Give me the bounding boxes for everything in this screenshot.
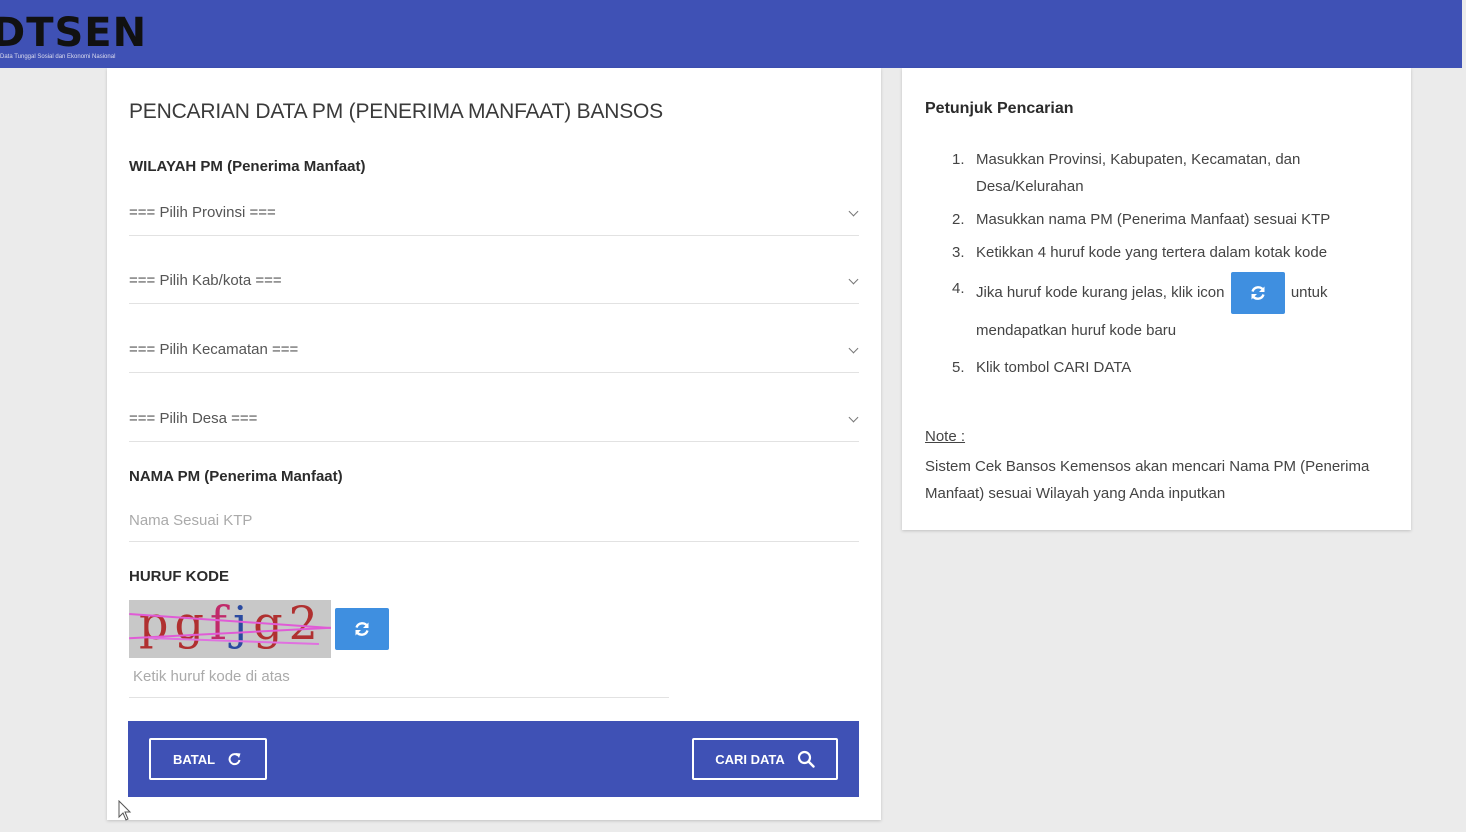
batal-button[interactable]: BATAL [149,738,267,780]
nama-input[interactable]: Nama Sesuai KTP [129,502,859,542]
help-title: Petunjuk Pencarian [925,100,1074,117]
step-text: Klik tombol CARI DATA [976,359,1132,376]
page-title: PENCARIAN DATA PM (PENERIMA MANFAAT) BAN… [129,100,663,123]
step-number: 1. [952,151,965,168]
help-card: Petunjuk Pencarian 1. Masukkan Provinsi,… [902,68,1411,530]
step-number: 4. [952,280,965,297]
note-text: Sistem Cek Bansos Kemensos akan mencari … [925,458,1370,502]
help-step: 3. Ketikkan 4 huruf kode yang tertera da… [952,239,1392,266]
step-number: 5. [952,359,965,376]
help-step: 5. Klik tombol CARI DATA [952,354,1392,381]
wilayah-label: WILAYAH PM (Penerima Manfaat) [129,158,366,175]
help-step: 1. Masukkan Provinsi, Kabupaten, Kecamat… [952,146,1392,200]
cari-data-button[interactable]: CARI DATA [692,738,838,780]
provinsi-select-value: === Pilih Provinsi === [129,204,276,221]
chevron-down-icon [848,274,859,285]
captcha-image: pgfjg2 [129,600,331,658]
step-number: 3. [952,244,965,261]
batal-button-label: BATAL [172,751,216,767]
search-icon [797,750,815,768]
refresh-icon [1250,286,1265,300]
inline-refresh-icon-sample [1230,272,1285,314]
help-steps: 1. Masukkan Provinsi, Kabupaten, Kecamat… [952,146,1392,387]
refresh-icon [355,622,369,636]
kabkota-select-value: === Pilih Kab/kota === [129,272,282,289]
logo[interactable]: DTSEN Data Tunggal Sosial dan Ekonomi Na… [0,10,148,60]
desa-select-value: === Pilih Desa === [129,410,258,427]
captcha-placeholder: Ketik huruf kode di atas [133,668,290,685]
undo-icon [228,753,241,766]
chevron-down-icon [848,343,859,354]
nama-placeholder: Nama Sesuai KTP [129,512,253,529]
step-text: Ketikkan 4 huruf kode yang tertera dalam… [976,244,1328,261]
nama-label: NAMA PM (Penerima Manfaat) [129,468,343,485]
cari-data-button-label: CARI DATA [715,751,785,767]
captcha-input[interactable]: Ketik huruf kode di atas [129,662,669,698]
provinsi-select[interactable]: === Pilih Provinsi === [129,192,859,236]
step-text: Masukkan Provinsi, Kabupaten, Kecamatan,… [976,151,1301,195]
search-form-card: PENCARIAN DATA PM (PENERIMA MANFAAT) BAN… [107,68,881,820]
step-text: Masukkan nama PM (Penerima Manfaat) sesu… [976,211,1331,228]
kode-label: HURUF KODE [129,568,229,585]
kecamatan-select-value: === Pilih Kecamatan === [129,341,299,358]
logo-subtitle: Data Tunggal Sosial dan Ekonomi Nasional [0,54,116,60]
logo-text: DTSEN [0,10,148,56]
action-bar: BATAL CARI DATA [128,721,859,797]
step-number: 2. [952,211,965,228]
note-label: Note : [925,428,966,445]
help-step: 2. Masukkan nama PM (Penerima Manfaat) s… [952,206,1392,233]
chevron-down-icon [848,206,859,217]
step-text: Jika huruf kode kurang jelas, klik icon [976,283,1225,301]
help-step: 4. Jika huruf kode kurang jelas, klik ic… [952,272,1392,348]
mouse-cursor-icon [118,800,132,821]
desa-select[interactable]: === Pilih Desa === [129,398,859,442]
top-header: DTSEN Data Tunggal Sosial dan Ekonomi Na… [0,0,1462,68]
chevron-down-icon [848,412,859,423]
captcha-refresh-button[interactable] [335,608,389,650]
kabkota-select[interactable]: === Pilih Kab/kota === [129,260,859,304]
kecamatan-select[interactable]: === Pilih Kecamatan === [129,329,859,373]
